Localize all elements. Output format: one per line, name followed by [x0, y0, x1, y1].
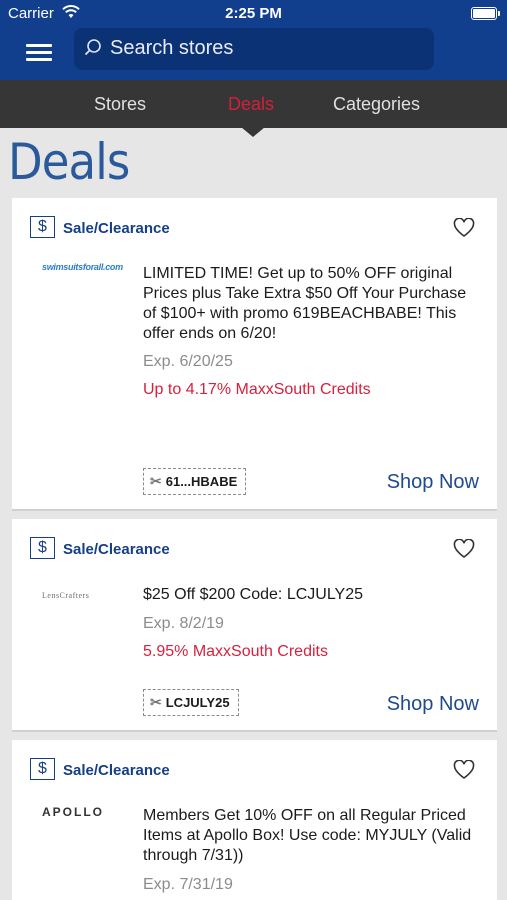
promo-code[interactable]: ✂ 61...HBABE: [143, 468, 247, 495]
deal-expiry: Exp. 7/31/19: [143, 876, 233, 893]
deal-card[interactable]: $ Sale/Clearance swimsuitsforall.com LIM…: [12, 198, 497, 511]
deal-credits: Up to 4.17% MaxxSouth Credits: [143, 381, 371, 398]
deal-card[interactable]: $ Sale/Clearance APOLLO Members Get 10% …: [12, 740, 497, 900]
deal-card[interactable]: $ Sale/Clearance LensCrafters $25 Off $2…: [12, 519, 497, 732]
store-logo: APOLLO: [42, 805, 104, 819]
deal-expiry: Exp. 8/2/19: [143, 615, 224, 632]
active-tab-pointer: [241, 127, 265, 137]
deal-expiry: Exp. 6/20/25: [143, 353, 233, 370]
store-logo: LensCrafters: [42, 591, 90, 600]
promo-code-text: 61...HBABE: [165, 474, 238, 489]
tab-stores[interactable]: Stores: [94, 94, 146, 115]
header: Search stores: [0, 28, 507, 80]
status-bar: Carrier 2:25 PM: [0, 0, 507, 28]
promo-code[interactable]: ✂ LCJULY25: [143, 689, 239, 716]
page-title: Deals: [8, 133, 130, 191]
deal-category: Sale/Clearance: [63, 762, 170, 779]
tab-bar: Stores Deals Categories: [0, 80, 507, 128]
shop-now-button[interactable]: Shop Now: [387, 693, 479, 716]
dollar-icon: $: [30, 216, 55, 238]
deal-category: Sale/Clearance: [63, 541, 170, 558]
shop-now-button[interactable]: Shop Now: [387, 471, 479, 494]
heart-icon[interactable]: [453, 538, 475, 564]
deal-category: Sale/Clearance: [63, 220, 170, 237]
heart-icon[interactable]: [453, 759, 475, 785]
deal-description: $25 Off $200 Code: LCJULY25: [143, 586, 363, 603]
deal-credits: 5.95% MaxxSouth Credits: [143, 643, 328, 660]
deal-description: Members Get 10% OFF on all Regular Price…: [143, 807, 472, 864]
search-placeholder: Search stores: [110, 37, 234, 59]
store-logo: swimsuitsforall.com: [42, 262, 123, 272]
clock: 2:25 PM: [225, 5, 282, 22]
promo-code-text: LCJULY25: [165, 695, 230, 710]
search-input[interactable]: Search stores: [74, 28, 434, 70]
tab-categories[interactable]: Categories: [333, 94, 420, 115]
scissors-icon: ✂: [150, 473, 162, 489]
battery-icon: [471, 7, 500, 20]
menu-icon[interactable]: [26, 42, 52, 64]
deal-description: LIMITED TIME! Get up to 50% OFF original…: [143, 265, 467, 342]
scissors-icon: ✂: [150, 694, 162, 710]
search-icon: [83, 38, 103, 64]
tab-deals[interactable]: Deals: [228, 94, 274, 115]
heart-icon[interactable]: [453, 217, 475, 243]
dollar-icon: $: [30, 758, 55, 780]
dollar-icon: $: [30, 537, 55, 559]
